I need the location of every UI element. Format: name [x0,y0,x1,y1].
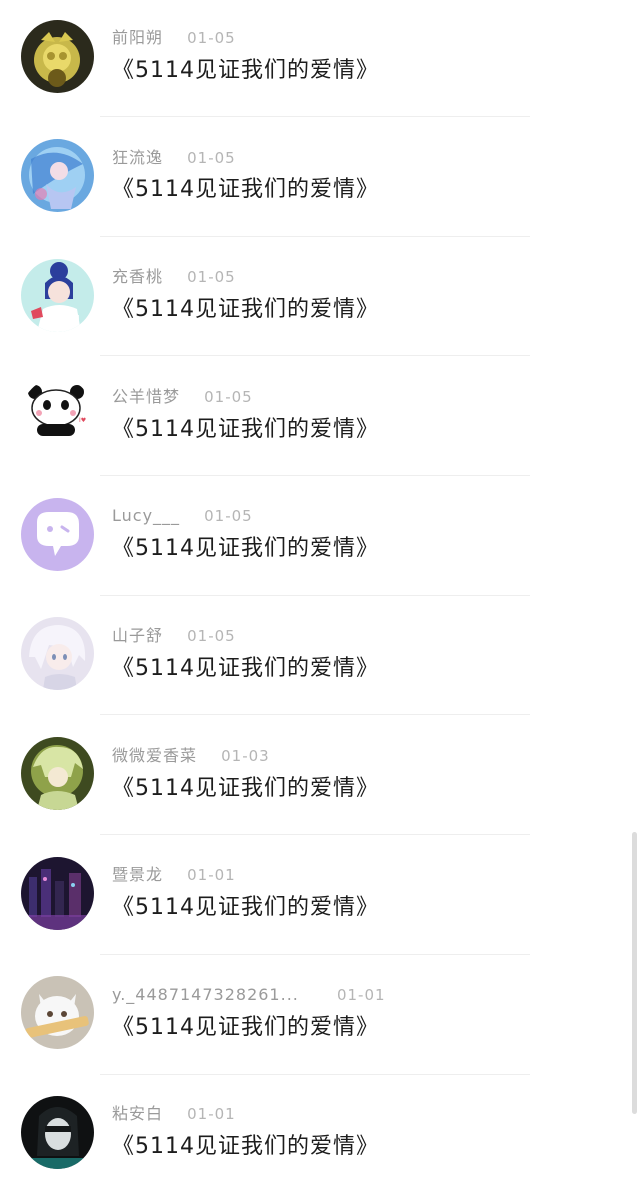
comment-row[interactable]: 微微爱香菜 01-03 《5114见证我们的爱情》 [0,720,640,840]
username[interactable]: 山子舒 [112,625,163,647]
username[interactable]: 暨景龙 [112,864,163,886]
comment-meta: 山子舒 01-05 [112,625,236,647]
divider [100,834,530,835]
divider [100,1074,530,1075]
comment-date: 01-03 [221,747,270,765]
comment-meta: 充香桃 01-05 [112,266,236,288]
dark-portrait-avatar-icon [21,1096,94,1169]
comment-text: 《5114见证我们的爱情》 [112,656,379,681]
comment-meta: Lucy___ 01-05 [112,505,253,527]
blue-anime-avatar-icon [21,139,94,212]
divider [100,954,530,955]
comment-row[interactable]: Lucy___ 01-05 《5114见证我们的爱情》 [0,480,640,600]
comment-text: 《5114见证我们的爱情》 [112,776,379,801]
comment-date: 01-01 [336,986,386,1004]
comment-date: 01-05 [204,507,253,525]
user-avatar[interactable] [21,20,94,93]
user-avatar[interactable] [21,737,94,810]
comment-text: 《5114见证我们的爱情》 [112,297,379,322]
comment-meta: 粘安白 01-01 [112,1103,236,1125]
username[interactable]: 公羊惜梦 [112,386,180,408]
username[interactable]: 狂流逸 [112,147,163,169]
comment-meta: y._4487147328261... 01-01 [112,984,386,1006]
comment-text: 《5114见证我们的爱情》 [112,536,379,561]
username[interactable]: y._4487147328261... [112,984,299,1006]
user-avatar[interactable] [21,857,94,930]
comment-row[interactable]: 粘安白 01-01 《5114见证我们的爱情》 [0,1080,640,1200]
comment-row[interactable]: I♥ 公羊惜梦 01-05 《5114见证我们的爱情》 [0,360,640,480]
comment-meta: 前阳朔 01-05 [112,27,236,49]
comment-date: 01-05 [187,268,236,286]
user-avatar[interactable] [21,139,94,212]
comment-date: 01-05 [187,627,236,645]
comment-text: 《5114见证我们的爱情》 [112,177,379,202]
username[interactable]: Lucy___ [112,505,180,527]
comment-row[interactable]: 充香桃 01-05 《5114见证我们的爱情》 [0,240,640,360]
comment-row[interactable]: 前阳朔 01-05 《5114见证我们的爱情》 [0,0,640,120]
comment-text: 《5114见证我们的爱情》 [112,1015,379,1040]
comment-text: 《5114见证我们的爱情》 [112,895,379,920]
comment-meta: 公羊惜梦 01-05 [112,386,253,408]
comment-date: 01-01 [187,866,236,884]
comment-date: 01-05 [187,29,236,47]
scrollbar[interactable] [632,832,637,1114]
svg-text:I♥: I♥ [79,417,86,424]
user-avatar[interactable] [21,1096,94,1169]
comment-date: 01-05 [187,149,236,167]
night-city-avatar-icon [21,857,94,930]
comment-row[interactable]: y._4487147328261... 01-01 《5114见证我们的爱情》 [0,960,640,1080]
panda-avatar-icon: I♥ [21,378,94,451]
user-avatar[interactable] [21,617,94,690]
comment-row[interactable]: 暨景龙 01-01 《5114见证我们的爱情》 [0,840,640,960]
green-anime-avatar-icon [21,737,94,810]
purple-chat-bubble-avatar-icon [21,498,94,571]
divider [100,355,530,356]
user-avatar[interactable] [21,498,94,571]
comment-row[interactable]: 山子舒 01-05 《5114见证我们的爱情》 [0,600,640,720]
comment-text: 《5114见证我们的爱情》 [112,1134,379,1159]
comment-text: 《5114见证我们的爱情》 [112,417,379,442]
yellow-flower-avatar-icon [21,20,94,93]
girl-blue-hair-avatar-icon [21,259,94,332]
comment-date: 01-01 [187,1105,236,1123]
comment-row[interactable]: 狂流逸 01-05 《5114见证我们的爱情》 [0,120,640,240]
white-hair-anime-avatar-icon [21,617,94,690]
comment-text: 《5114见证我们的爱情》 [112,58,379,83]
username[interactable]: 微微爱香菜 [112,745,197,767]
comment-date: 01-05 [204,388,253,406]
divider [100,116,530,117]
divider [100,236,530,237]
white-cat-avatar-icon [21,976,94,1049]
user-avatar[interactable]: I♥ [21,378,94,451]
user-avatar[interactable] [21,259,94,332]
divider [100,475,530,476]
comment-meta: 微微爱香菜 01-03 [112,745,270,767]
username[interactable]: 粘安白 [112,1103,163,1125]
comment-meta: 狂流逸 01-05 [112,147,236,169]
divider [100,595,530,596]
divider [100,714,530,715]
user-avatar[interactable] [21,976,94,1049]
comment-meta: 暨景龙 01-01 [112,864,236,886]
username[interactable]: 前阳朔 [112,27,163,49]
username[interactable]: 充香桃 [112,266,163,288]
